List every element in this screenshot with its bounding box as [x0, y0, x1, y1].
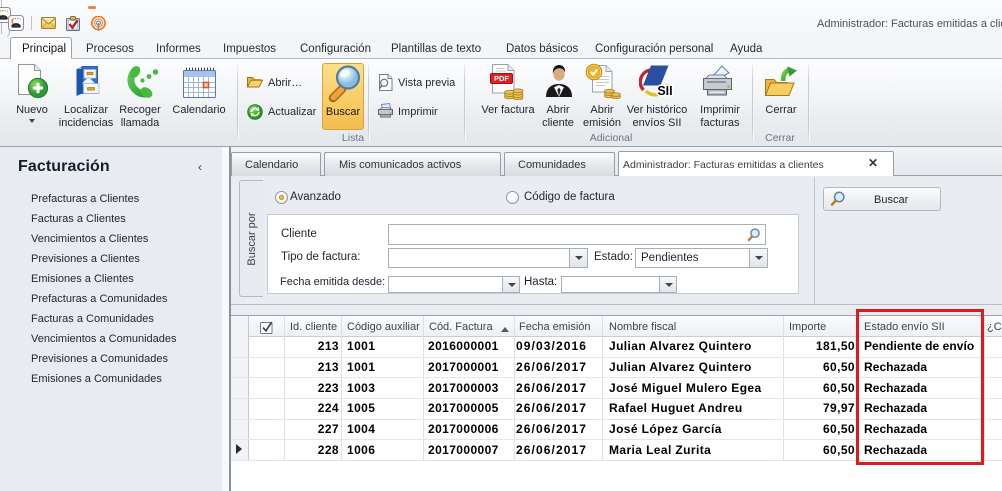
svg-text:SII: SII	[657, 84, 672, 98]
svg-text:PDF: PDF	[494, 74, 509, 83]
